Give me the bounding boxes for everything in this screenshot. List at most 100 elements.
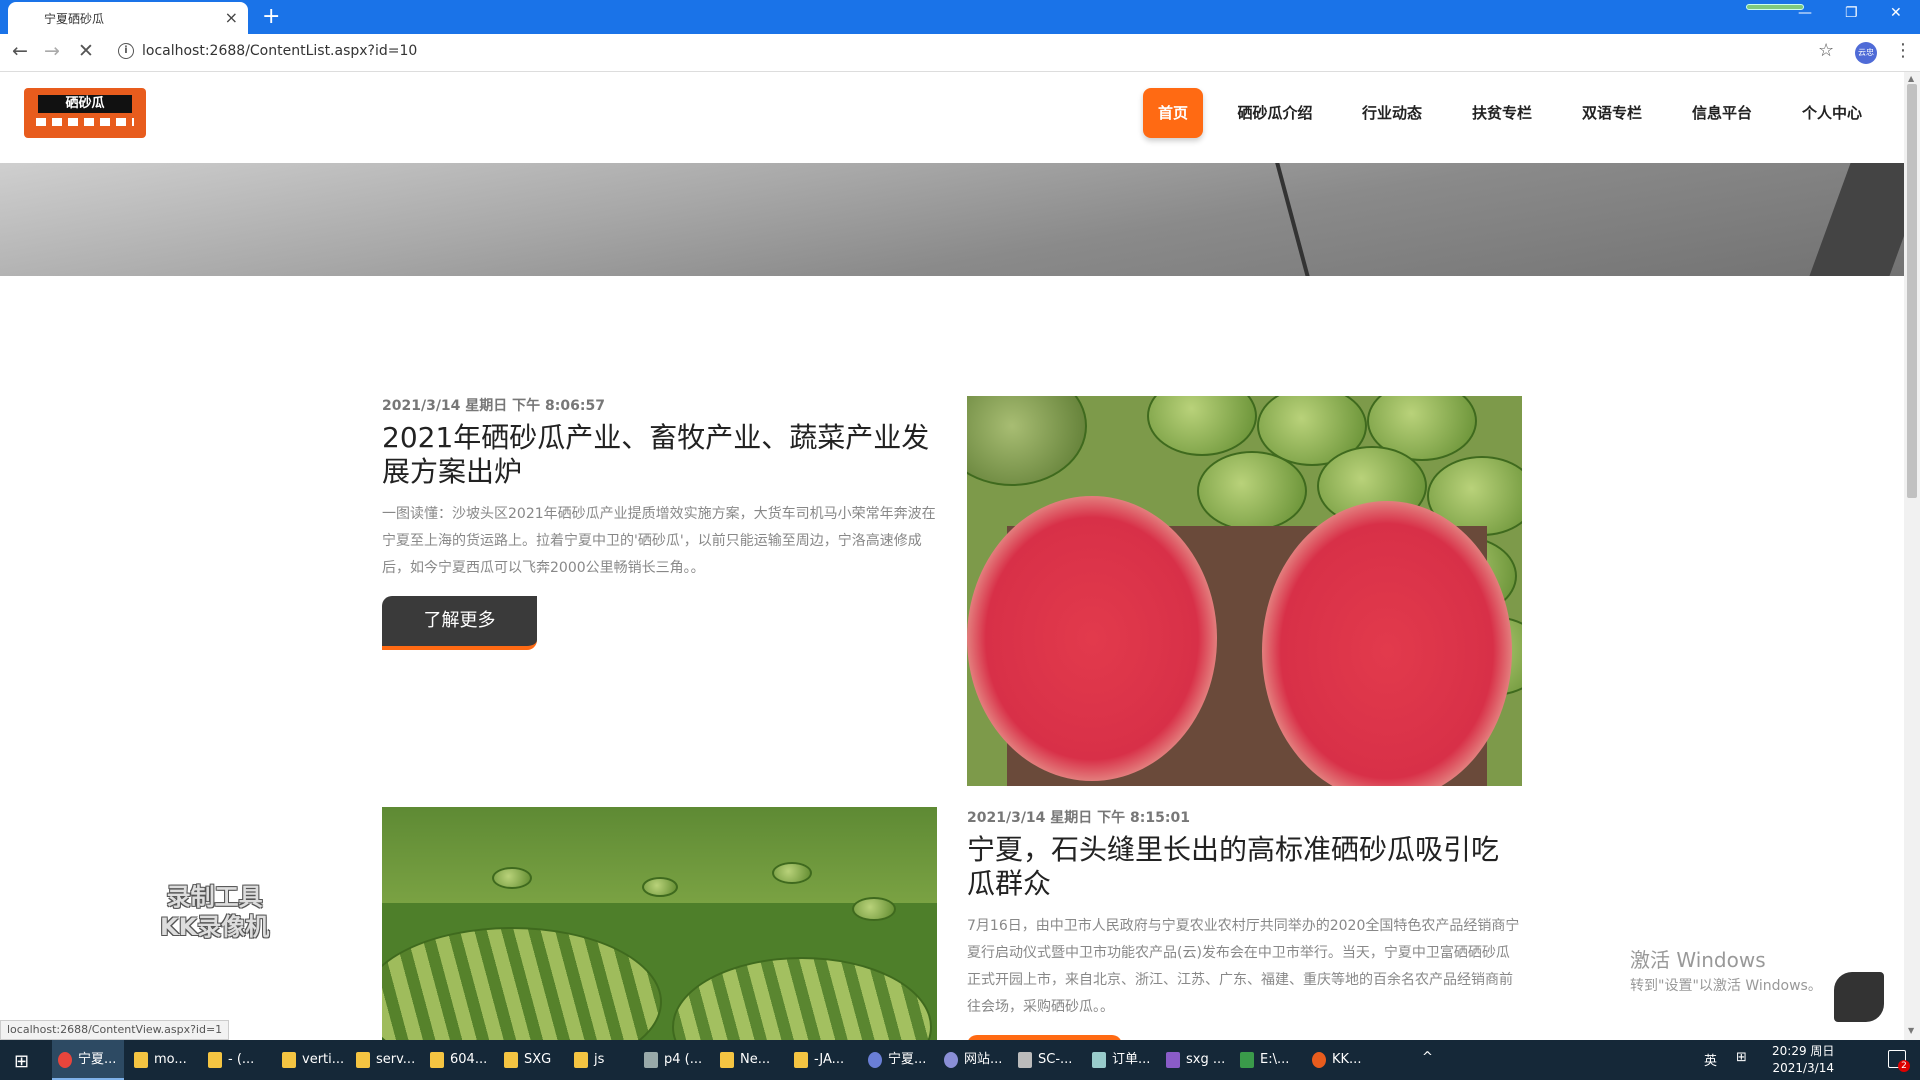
page-scrollbar[interactable]: ▲ ▼ xyxy=(1904,72,1920,1040)
nav-personal-center[interactable]: 个人中心 xyxy=(1790,88,1874,138)
stop-loading-icon[interactable]: ✕ xyxy=(78,40,94,62)
taskbar-item[interactable]: js xyxy=(568,1040,634,1080)
nav-home[interactable]: 首页 xyxy=(1143,88,1203,138)
taskbar-item[interactable]: -JA... xyxy=(788,1040,858,1080)
scroll-thumb[interactable] xyxy=(1907,84,1917,498)
tab-close-icon[interactable]: × xyxy=(225,8,238,27)
taskbar-item[interactable]: - (... xyxy=(202,1040,272,1080)
start-menu-icon[interactable]: ⊞ xyxy=(14,1051,29,1072)
address-bar: ← → ✕ i localhost:2688/ContentList.aspx?… xyxy=(0,34,1920,72)
tab-strip: 宁夏硒砂瓜 × + — ❐ ✕ xyxy=(0,0,1920,34)
taskbar-item-label: sxg ... xyxy=(1186,1052,1226,1067)
recording-indicator xyxy=(1746,4,1804,10)
site-header: 硒砂瓜 首页 硒砂瓜介绍 行业动态 扶贫专栏 双语专栏 信息平台 个人中心 xyxy=(0,72,1904,163)
minimize-button[interactable]: — xyxy=(1798,5,1812,21)
taskbar-item-label: -JA... xyxy=(814,1052,845,1067)
taskbar-item[interactable]: sxg ... xyxy=(1160,1040,1232,1080)
article-summary: 一图读懂：沙坡头区2021年硒砂瓜产业提质增效实施方案，大货车司机马小荣常年奔波… xyxy=(382,506,936,576)
taskbar-item-label: KK... xyxy=(1332,1052,1362,1067)
nav-melon-intro[interactable]: 硒砂瓜介绍 xyxy=(1230,88,1320,138)
activation-title: 激活 Windows xyxy=(1630,948,1766,972)
url-input[interactable]: localhost:2688/ContentList.aspx?id=10 xyxy=(142,43,417,59)
taskbar-item[interactable]: 宁夏... xyxy=(862,1040,934,1080)
taskbar-item-label: 网站... xyxy=(964,1052,1003,1067)
article-title[interactable]: 2021年硒砂瓜产业、畜牧产业、蔬菜产业发展方案出炉 xyxy=(382,421,936,489)
taskbar-item[interactable]: p4 (... xyxy=(638,1040,710,1080)
scroll-up-icon[interactable]: ▲ xyxy=(1908,74,1914,83)
recorder-watermark: 录制工具 KK录像机 xyxy=(160,882,269,942)
taskbar-item-label: - (... xyxy=(228,1052,255,1067)
nav-bilingual[interactable]: 双语专栏 xyxy=(1570,88,1654,138)
windows-taskbar: ⊞ 宁夏... mo... - (... verti... serv... 60… xyxy=(0,1040,1920,1080)
watermark-line: 录制工具 xyxy=(166,883,263,911)
activation-subtitle: 转到"设置"以激活 Windows。 xyxy=(1630,978,1822,994)
taskbar-item[interactable]: E:\... xyxy=(1234,1040,1304,1080)
status-link-preview: localhost:2688/ContentView.aspx?id=1 xyxy=(0,1020,230,1040)
learn-more-button[interactable]: 了解更多 xyxy=(382,596,537,650)
article-title[interactable]: 宁夏，石头缝里长出的高标准硒砂瓜吸引吃瓜群众 xyxy=(967,833,1522,901)
floating-back-to-top-button[interactable] xyxy=(1834,972,1884,1022)
nav-poverty-relief[interactable]: 扶贫专栏 xyxy=(1460,88,1544,138)
taskbar-item-label: serv... xyxy=(376,1052,416,1067)
taskbar-item-label: E:\... xyxy=(1260,1052,1290,1067)
taskbar-item[interactable]: 网站... xyxy=(938,1040,1010,1080)
taskbar-item-label: 订单... xyxy=(1112,1052,1151,1067)
taskbar-item-label: SXG xyxy=(524,1052,552,1067)
taskbar-item[interactable]: verti... xyxy=(276,1040,346,1080)
back-arrow-icon[interactable]: ← xyxy=(12,40,28,62)
page-viewport: 硒砂瓜 首页 硒砂瓜介绍 行业动态 扶贫专栏 双语专栏 信息平台 个人中心 20… xyxy=(0,72,1904,1040)
taskbar-item-label: js xyxy=(594,1052,605,1067)
system-clock[interactable]: 20:29 周日 2021/3/14 xyxy=(1772,1043,1834,1077)
article-card: 2021/3/14 星期日 下午 8:06:57 2021年硒砂瓜产业、畜牧产业… xyxy=(382,395,936,582)
hero-banner xyxy=(0,163,1904,276)
taskbar-item[interactable]: 订单... xyxy=(1086,1040,1158,1080)
taskbar-item-chrome[interactable]: 宁夏... xyxy=(52,1040,124,1080)
taskbar-item[interactable]: SXG xyxy=(498,1040,564,1080)
tab-title: 宁夏硒砂瓜 xyxy=(44,12,105,26)
article-card: 2021/3/14 星期日 下午 8:15:01 宁夏，石头缝里长出的高标准硒砂… xyxy=(967,807,1522,1021)
restore-button[interactable]: ❐ xyxy=(1845,5,1858,21)
browser-menu-icon[interactable]: ⋮ xyxy=(1894,40,1912,61)
browser-tab[interactable]: 宁夏硒砂瓜 × xyxy=(8,2,248,34)
nav-industry-news[interactable]: 行业动态 xyxy=(1350,88,1434,138)
banner-image xyxy=(0,163,1904,276)
forward-arrow-icon[interactable]: → xyxy=(44,40,60,62)
clock-date: 2021/3/14 xyxy=(1772,1061,1834,1075)
taskbar-item-label: Ne... xyxy=(740,1052,771,1067)
notification-badge: 2 xyxy=(1898,1060,1910,1072)
taskbar-item-label: 宁夏... xyxy=(78,1052,117,1067)
nav-info-platform[interactable]: 信息平台 xyxy=(1680,88,1764,138)
window-close-button[interactable]: ✕ xyxy=(1890,5,1902,21)
taskbar-item-label: 宁夏... xyxy=(888,1052,927,1067)
taskbar-item[interactable]: 604... xyxy=(424,1040,494,1080)
site-info-icon[interactable]: i xyxy=(118,43,134,59)
taskbar-item-label: mo... xyxy=(154,1052,187,1067)
taskbar-item[interactable]: serv... xyxy=(350,1040,420,1080)
taskbar-item-label: SC-... xyxy=(1038,1052,1073,1067)
watermelon-cut-image xyxy=(967,396,1522,786)
watermelon-field-image xyxy=(382,807,937,1040)
scroll-down-icon[interactable]: ▼ xyxy=(1908,1026,1914,1035)
taskbar-item-label: 604... xyxy=(450,1052,488,1067)
profile-avatar[interactable]: 云忠 xyxy=(1855,42,1877,64)
logo-decoration xyxy=(36,118,134,126)
taskbar-item-label: verti... xyxy=(302,1052,345,1067)
site-logo[interactable]: 硒砂瓜 xyxy=(24,88,146,138)
taskbar-item[interactable]: KK... xyxy=(1306,1040,1378,1080)
article-date: 2021/3/14 星期日 下午 8:15:01 xyxy=(967,810,1190,826)
taskbar-item[interactable]: mo... xyxy=(128,1040,198,1080)
windows-activation-notice: 激活 Windows 转到"设置"以激活 Windows。 xyxy=(1630,944,1822,995)
logo-text: 硒砂瓜 xyxy=(38,95,132,113)
new-tab-button[interactable]: + xyxy=(262,4,280,29)
keyboard-grid-icon[interactable]: ⊞ xyxy=(1736,1050,1747,1065)
clock-time: 20:29 周日 xyxy=(1772,1044,1835,1058)
watermark-line: KK录像机 xyxy=(160,913,270,941)
ime-indicator[interactable]: 英 xyxy=(1704,1050,1717,1069)
article-date: 2021/3/14 星期日 下午 8:06:57 xyxy=(382,398,605,414)
taskbar-item[interactable]: SC-... xyxy=(1012,1040,1084,1080)
article-summary: 7月16日，由中卫市人民政府与宁夏农业农村厅共同举办的2020全国特色农产品经销… xyxy=(967,918,1520,1015)
taskbar-item-label: p4 (... xyxy=(664,1052,703,1067)
bookmark-star-icon[interactable]: ☆ xyxy=(1818,40,1834,61)
tray-overflow-icon[interactable]: ^ xyxy=(1422,1050,1433,1065)
taskbar-item[interactable]: Ne... xyxy=(714,1040,784,1080)
